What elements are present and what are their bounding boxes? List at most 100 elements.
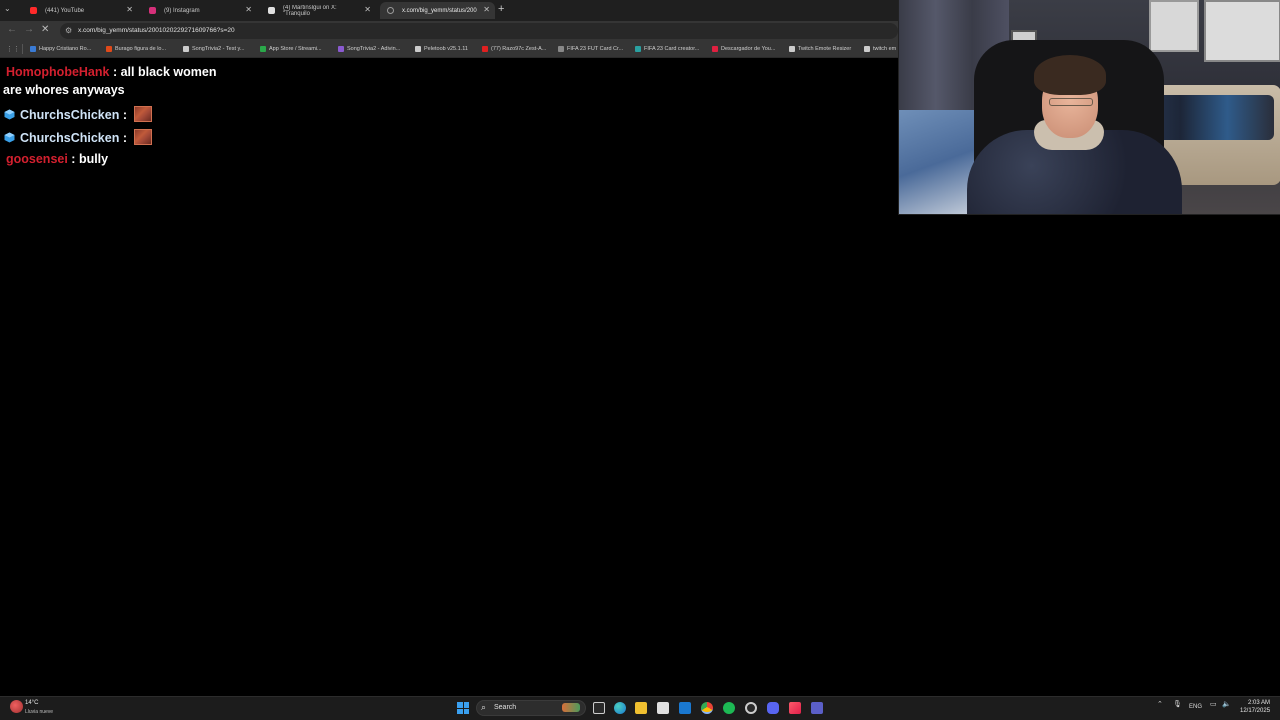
tab-title: (4) Martinslgui on X: "Tranquilo [283, 4, 337, 17]
bookmark-label: Descargador de You... [721, 46, 776, 52]
weather-description[interactable]: Lluvia nueve [25, 709, 53, 715]
task-view-icon[interactable] [593, 702, 605, 714]
chat-text: are whores anyways [3, 83, 125, 97]
instagram-favicon-icon [149, 7, 156, 14]
bookmark-label: SongTrivia2 - Test y... [192, 46, 245, 52]
close-tab-icon[interactable]: ✕ [126, 5, 133, 14]
close-tab-icon[interactable]: ✕ [245, 5, 252, 14]
chat-emote-icon [134, 129, 153, 145]
microphone-icon[interactable]: 🎙 [1173, 700, 1182, 708]
bookmark-item[interactable]: SongTrivia2 - Adivin... [338, 46, 400, 52]
apps-grid-icon[interactable]: ⋮⋮ [6, 45, 20, 53]
new-tab-button[interactable]: + [498, 3, 504, 15]
bookmark-item[interactable]: Twitch Emote Resizer [789, 46, 851, 52]
bookmark-item[interactable]: Burago figura de lo... [106, 46, 166, 52]
chat-message: ChurchsChicken : [4, 106, 153, 122]
chrome-icon[interactable] [701, 702, 713, 714]
chat-emote-icon [134, 106, 153, 122]
show-hidden-icons-chevron-icon[interactable]: ⌃ [1157, 700, 1163, 708]
x-favicon-icon [268, 7, 275, 14]
bookmarks-divider [22, 44, 23, 54]
bookmark-item[interactable]: Descargador de You... [712, 46, 775, 52]
youtube-favicon-icon [30, 7, 37, 14]
clock-date[interactable]: 12/17/2025 [1240, 708, 1270, 714]
bookmark-favicon-icon [558, 46, 564, 52]
streamer-hair [1034, 55, 1106, 95]
prime-crown-badge-icon [4, 109, 15, 120]
chat-username[interactable]: goosensei [6, 152, 68, 166]
forward-button[interactable]: → [24, 24, 34, 35]
chat-username[interactable]: HomophobeHank [6, 65, 109, 79]
bookmark-favicon-icon [635, 46, 641, 52]
tab-instagram[interactable]: (9) Instagram ✕ [142, 2, 257, 19]
tab-title: (441) YouTube [45, 7, 85, 14]
url-text[interactable]: x.com/big_yemm/status/200102022927160976… [78, 27, 235, 34]
stop-loading-button[interactable]: ✕ [41, 24, 49, 35]
tab-youtube[interactable]: (441) YouTube ✕ [23, 2, 138, 19]
bookmark-item[interactable]: Peletoob v25.1.11 [415, 46, 468, 52]
chat-separator: : [109, 65, 121, 79]
bookmark-item[interactable]: FIFA 23 FUT Card Cr... [558, 46, 623, 52]
bookmark-label: Twitch Emote Resizer [798, 46, 852, 52]
chat-message: HomophobeHank : all black women [6, 65, 216, 79]
bookmark-label: twitch em [873, 46, 897, 52]
framed-jersey [1204, 0, 1280, 62]
chat-username[interactable]: ChurchsChicken [20, 108, 119, 122]
music-app-icon[interactable] [789, 702, 801, 714]
teams-icon[interactable] [811, 702, 823, 714]
tab-search-icon[interactable]: ⌄ [4, 4, 11, 13]
weather-temperature[interactable]: 14°C [25, 700, 38, 706]
network-icon[interactable]: ▭ [1210, 700, 1217, 708]
weather-icon[interactable] [10, 700, 23, 713]
file-explorer-icon[interactable] [635, 702, 647, 714]
bookmark-favicon-icon [482, 46, 488, 52]
bookmark-label: Peletoob v25.1.11 [424, 46, 468, 52]
tab-title: (9) Instagram [164, 7, 200, 14]
tab-x-post[interactable]: (4) Martinslgui on X: "Tranquilo ✕ [261, 2, 376, 19]
bookmark-favicon-icon [415, 46, 421, 52]
discord-icon[interactable] [767, 702, 779, 714]
bookmark-item[interactable]: (77) Razo97c Zest-A... [482, 46, 546, 52]
back-button[interactable]: ← [7, 24, 17, 35]
spotify-icon[interactable] [723, 702, 735, 714]
bookmark-item[interactable]: Happy Cristiano Ro... [30, 46, 91, 52]
bookmark-favicon-icon [30, 46, 36, 52]
language-indicator[interactable]: ENG [1189, 704, 1202, 710]
bookmark-item[interactable]: SongTrivia2 - Test y... [183, 46, 244, 52]
close-tab-icon[interactable]: ✕ [364, 5, 371, 14]
bookmark-favicon-icon [338, 46, 344, 52]
chat-separator: : [67, 152, 79, 166]
bookmark-label: SongTrivia2 - Adivin... [347, 46, 401, 52]
search-icon: ⌕ [481, 702, 487, 712]
chat-text: all black women [120, 65, 217, 79]
chat-separator: : [119, 108, 131, 122]
edge-browser-icon[interactable] [614, 702, 626, 714]
bookmark-item[interactable]: App Store / Streami... [260, 46, 322, 52]
bookmark-favicon-icon [789, 46, 795, 52]
site-info-icon[interactable]: ⚙ [65, 26, 72, 35]
chat-text: bully [78, 152, 109, 166]
chat-message: goosensei : bully [6, 152, 108, 166]
obs-icon[interactable] [745, 702, 757, 714]
start-button[interactable] [457, 702, 469, 714]
bookmark-item[interactable]: twitch em [864, 46, 896, 52]
bookmark-favicon-icon [712, 46, 718, 52]
chat-message: ChurchsChicken : [4, 129, 153, 145]
tab-title: x.com/big_yemm/status/200 [402, 7, 477, 14]
tab-x-status-active[interactable]: x.com/big_yemm/status/200 ✕ [380, 2, 495, 19]
microsoft-store-icon[interactable] [657, 702, 669, 714]
clock-time[interactable]: 2:03 AM [1248, 700, 1270, 706]
bookmark-label: Burago figura de lo... [115, 46, 167, 52]
bookmark-label: FIFA 23 Card creator... [644, 46, 700, 52]
framed-jersey [1149, 0, 1199, 52]
bookmark-label: App Store / Streami... [269, 46, 322, 52]
mail-icon[interactable] [679, 702, 691, 714]
bookmark-label: FIFA 23 FUT Card Cr... [567, 46, 624, 52]
bookmark-label: (77) Razo97c Zest-A... [491, 46, 547, 52]
chat-username[interactable]: ChurchsChicken [20, 131, 119, 145]
bookmark-label: Happy Cristiano Ro... [39, 46, 92, 52]
close-tab-icon[interactable]: ✕ [483, 5, 490, 14]
search-label: Search [494, 703, 517, 711]
bookmark-item[interactable]: FIFA 23 Card creator... [635, 46, 699, 52]
volume-icon[interactable]: 🔈 [1222, 700, 1231, 708]
